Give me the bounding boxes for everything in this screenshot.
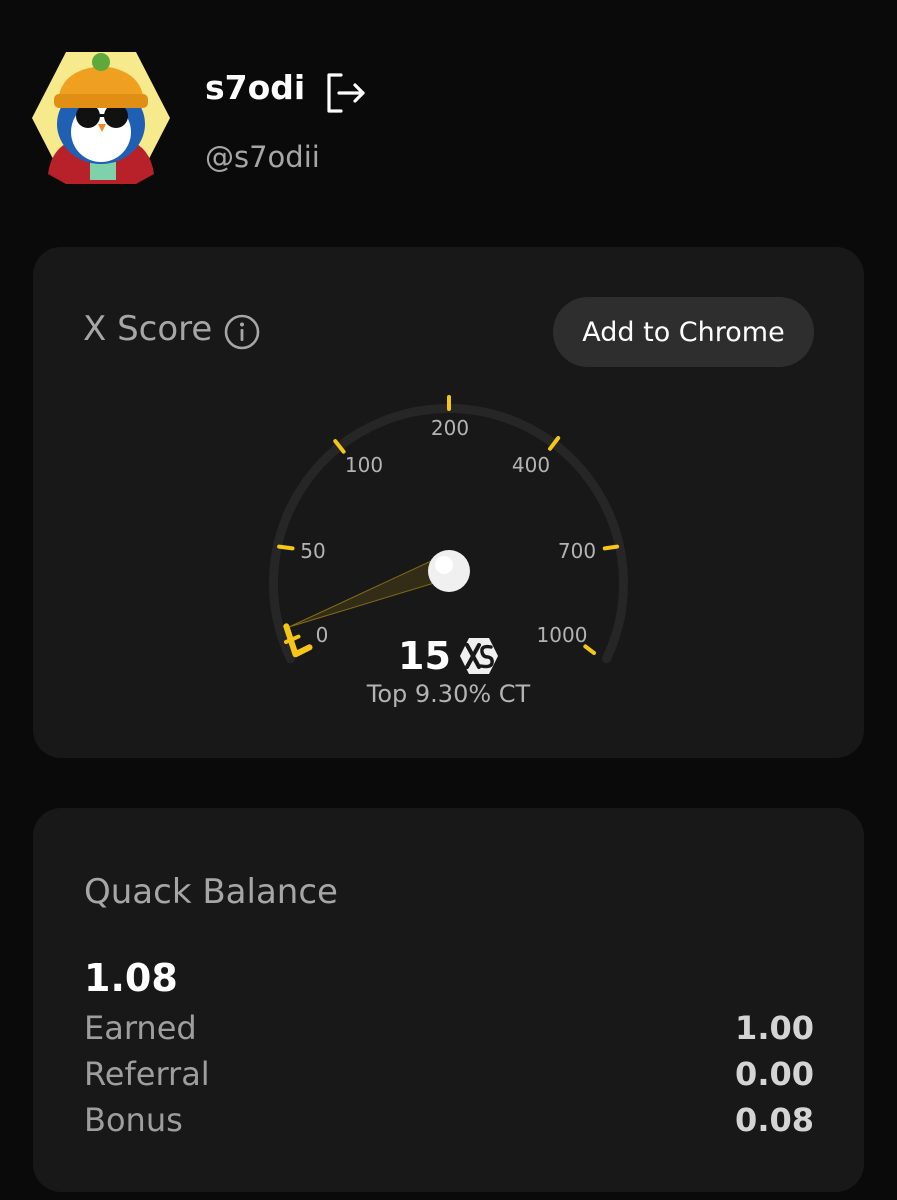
gauge-tick-label: 700	[558, 539, 596, 563]
score-value: 15	[398, 634, 451, 678]
balance-row-earned: Earned 1.00	[84, 1006, 814, 1050]
avatar	[32, 52, 170, 184]
balance-row-referral: Referral 0.00	[84, 1052, 814, 1096]
quack-balance-title: Quack Balance	[84, 872, 338, 912]
gauge-tick-mark	[602, 544, 620, 551]
balance-row-label: Earned	[84, 1009, 197, 1047]
score-row: 15	[33, 634, 864, 678]
gauge-tick-label: 50	[300, 539, 325, 563]
logout-icon[interactable]	[323, 70, 369, 116]
balance-row-label: Referral	[84, 1055, 210, 1093]
x-score-card: X Score Add to Chrome 0 50 100 200 400 7…	[33, 247, 864, 758]
gauge-tick-label: 200	[431, 416, 469, 440]
balance-row-bonus: Bonus 0.08	[84, 1098, 814, 1142]
gauge-tick-label: 100	[345, 453, 383, 477]
xs-logo-icon	[459, 638, 498, 674]
balance-row-value: 1.00	[735, 1009, 814, 1047]
balance-row-value: 0.00	[735, 1055, 814, 1093]
balance-row-label: Bonus	[84, 1101, 183, 1139]
balance-total: 1.08	[84, 956, 178, 1000]
gauge-needle	[288, 560, 442, 628]
user-handle: @s7odii	[205, 140, 320, 174]
balance-row-value: 0.08	[735, 1101, 814, 1139]
gauge-tick-mark	[277, 544, 295, 551]
gauge-tick-label: 400	[512, 453, 550, 477]
quack-balance-card: Quack Balance 1.08 Earned 1.00 Referral …	[33, 808, 864, 1192]
rank-text: Top 9.30% CT	[366, 680, 531, 708]
username: s7odi	[205, 68, 306, 107]
